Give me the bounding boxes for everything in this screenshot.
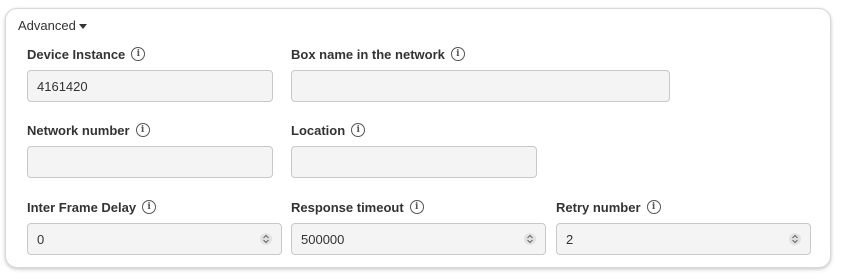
- inter-frame-delay-label: Inter Frame Delay: [27, 199, 137, 215]
- device-instance-field: Device Instance i 4161420: [27, 45, 273, 105]
- response-timeout-field: Response timeout i 500000: [291, 198, 546, 258]
- up-down-chevron-icon[interactable]: [789, 233, 801, 245]
- device-instance-input[interactable]: 4161420: [27, 70, 273, 102]
- info-icon[interactable]: i: [351, 123, 366, 137]
- network-number-label: Network number: [27, 122, 130, 138]
- retry-number-value: 2: [566, 231, 574, 247]
- location-label-row: Location i: [291, 121, 537, 139]
- info-icon[interactable]: i: [135, 123, 150, 137]
- device-instance-value: 4161420: [37, 78, 88, 94]
- box-name-input[interactable]: [291, 70, 670, 102]
- advanced-toggle[interactable]: Advanced: [18, 18, 87, 33]
- device-instance-label-row: Device Instance i: [27, 45, 273, 63]
- info-icon[interactable]: i: [409, 200, 424, 214]
- retry-number-label-row: Retry number i: [556, 198, 811, 216]
- inter-frame-delay-label-row: Inter Frame Delay i: [27, 198, 282, 216]
- retry-number-label: Retry number: [556, 199, 641, 215]
- network-number-field: Network number i: [27, 121, 273, 181]
- location-label: Location: [291, 122, 346, 138]
- inter-frame-delay-value: 0: [37, 231, 45, 247]
- info-icon[interactable]: i: [646, 200, 661, 214]
- advanced-panel: Advanced Device Instance i 4161420 Box n…: [5, 8, 831, 268]
- location-input[interactable]: [291, 146, 537, 178]
- response-timeout-label: Response timeout: [291, 199, 404, 215]
- advanced-toggle-label: Advanced: [18, 18, 76, 33]
- retry-number-field: Retry number i 2: [556, 198, 811, 258]
- box-name-label: Box name in the network: [291, 46, 445, 62]
- retry-number-input[interactable]: 2: [556, 223, 811, 255]
- inter-frame-delay-input[interactable]: 0: [27, 223, 282, 255]
- inter-frame-delay-field: Inter Frame Delay i 0: [27, 198, 282, 258]
- box-name-label-row: Box name in the network i: [291, 45, 670, 63]
- info-icon[interactable]: i: [142, 200, 157, 214]
- network-number-input[interactable]: [27, 146, 273, 178]
- up-down-chevron-icon[interactable]: [260, 233, 272, 245]
- box-name-field: Box name in the network i: [291, 45, 670, 105]
- response-timeout-label-row: Response timeout i: [291, 198, 546, 216]
- response-timeout-input[interactable]: 500000: [291, 223, 546, 255]
- info-icon[interactable]: i: [131, 47, 146, 61]
- device-instance-label: Device Instance: [27, 46, 126, 62]
- network-number-label-row: Network number i: [27, 121, 273, 139]
- caret-down-icon: [78, 23, 87, 29]
- response-timeout-value: 500000: [301, 231, 345, 247]
- location-field: Location i: [291, 121, 537, 181]
- info-icon[interactable]: i: [450, 47, 465, 61]
- up-down-chevron-icon[interactable]: [524, 233, 536, 245]
